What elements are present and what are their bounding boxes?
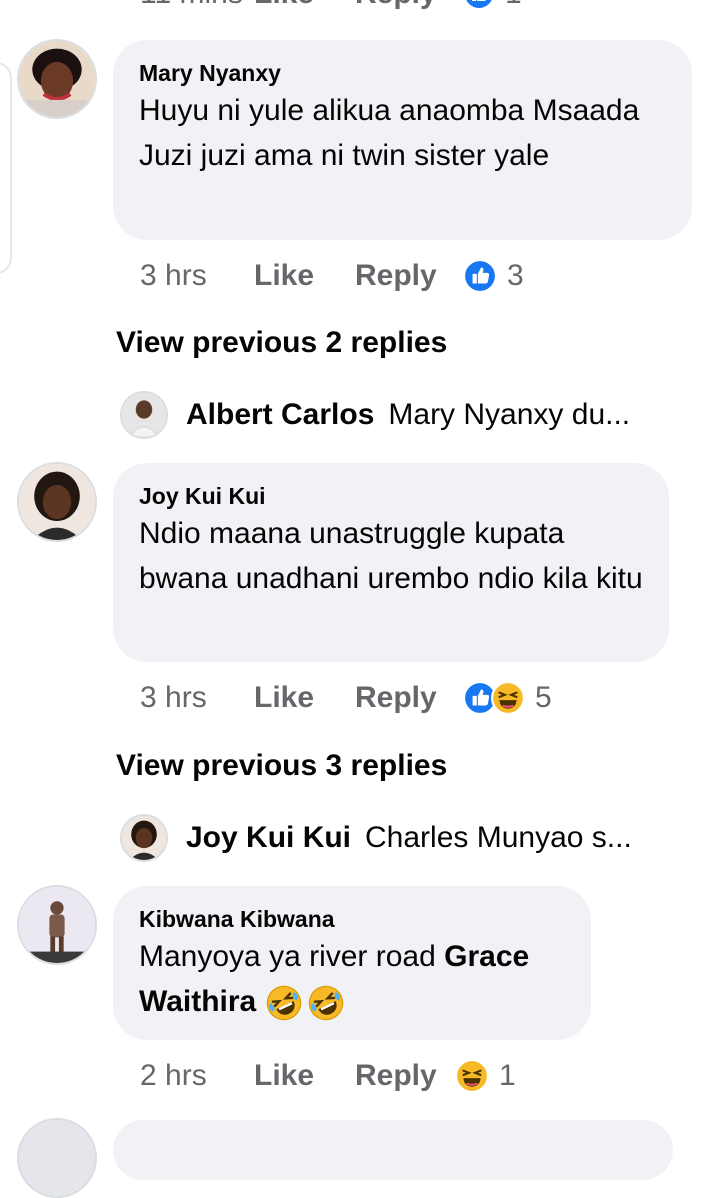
reaction-count: 3 [507, 259, 524, 292]
reply-button[interactable]: Reply [355, 681, 463, 715]
avatar-joy-kui-kui[interactable] [17, 462, 97, 542]
haha-icon [491, 681, 525, 715]
profile-photo [19, 41, 95, 117]
comment-author[interactable]: Mary Nyanxy [139, 58, 666, 88]
card-edge [0, 62, 12, 274]
reaction-count: 5 [535, 681, 552, 714]
haha-icon [455, 1059, 489, 1093]
top-partial-meta: 11 mins Like Reply 1 [140, 0, 522, 14]
collapsed-reply[interactable]: Albert Carlos Mary Nyanxy du... [120, 390, 630, 440]
profile-photo [122, 393, 166, 437]
comment-text: Manyoya ya river road Grace Waithira [139, 934, 565, 1024]
next-comment-bubble-edge [113, 1120, 673, 1180]
like-button[interactable]: Like [254, 681, 355, 715]
reaction-summary[interactable]: 1 [455, 1059, 516, 1093]
avatar-kibwana-kibwana[interactable] [17, 885, 97, 965]
next-comment-avatar-edge [17, 1118, 97, 1198]
profile-photo [19, 464, 95, 540]
profile-photo [19, 887, 95, 963]
reply-button[interactable]: Reply [355, 0, 463, 11]
collapsed-reply[interactable]: Joy Kui Kui Charles Munyao s... [120, 813, 632, 863]
reaction-count: 1 [499, 1059, 516, 1092]
comment-time: 2 hrs [140, 1059, 207, 1092]
comment-actions: 3 hrs Like Reply 5 [140, 678, 552, 718]
like-button[interactable]: Like [254, 1059, 355, 1093]
reply-author[interactable]: Joy Kui Kui [186, 821, 351, 855]
reaction-summary[interactable]: 1 [463, 0, 522, 11]
comment-bubble[interactable]: Joy Kui Kui Ndio maana unastruggle kupat… [113, 463, 669, 662]
reaction-summary[interactable]: 5 [463, 681, 552, 715]
comment-bubble[interactable]: Mary Nyanxy Huyu ni yule alikua anaomba … [113, 40, 692, 240]
comment-text: Ndio maana unastruggle kupata bwana unad… [139, 517, 643, 595]
comment-actions: 2 hrs Like Reply 1 [140, 1056, 516, 1096]
reaction-count: 1 [505, 0, 522, 11]
view-previous-replies[interactable]: View previous 2 replies [116, 326, 447, 360]
reply-snippet: Mary Nyanxy du... [388, 398, 631, 431]
view-previous-replies[interactable]: View previous 3 replies [116, 749, 447, 783]
comment-time: 11 mins [140, 0, 254, 11]
like-button[interactable]: Like [254, 0, 355, 11]
reply-author[interactable]: Albert Carlos [186, 398, 374, 432]
avatar-joy-kui-kui[interactable] [120, 814, 168, 862]
comment-author[interactable]: Joy Kui Kui [139, 481, 643, 511]
reply-button[interactable]: Reply [355, 259, 463, 293]
reply-snippet: Charles Munyao s... [365, 821, 632, 854]
reaction-summary[interactable]: 3 [463, 259, 524, 293]
comment-text: Huyu ni yule alikua anaomba Msaada Juzi … [139, 94, 640, 172]
avatar-mary-nyanxy[interactable] [17, 39, 97, 119]
like-icon [464, 0, 494, 10]
like-icon [463, 259, 497, 293]
rofl-emoji [308, 985, 343, 1021]
comment-time: 3 hrs [140, 681, 207, 714]
comment-author[interactable]: Kibwana Kibwana [139, 904, 565, 934]
comment-time: 3 hrs [140, 259, 207, 292]
like-button[interactable]: Like [254, 259, 355, 293]
reply-button[interactable]: Reply [355, 1059, 463, 1093]
avatar-albert-carlos[interactable] [120, 391, 168, 439]
comment-bubble[interactable]: Kibwana Kibwana Manyoya ya river road Gr… [113, 886, 591, 1040]
profile-photo [122, 816, 166, 860]
comment-text-plain: Manyoya ya river road [139, 940, 436, 973]
comment-actions: 3 hrs Like Reply 3 [140, 256, 524, 296]
rofl-emoji [266, 985, 301, 1021]
